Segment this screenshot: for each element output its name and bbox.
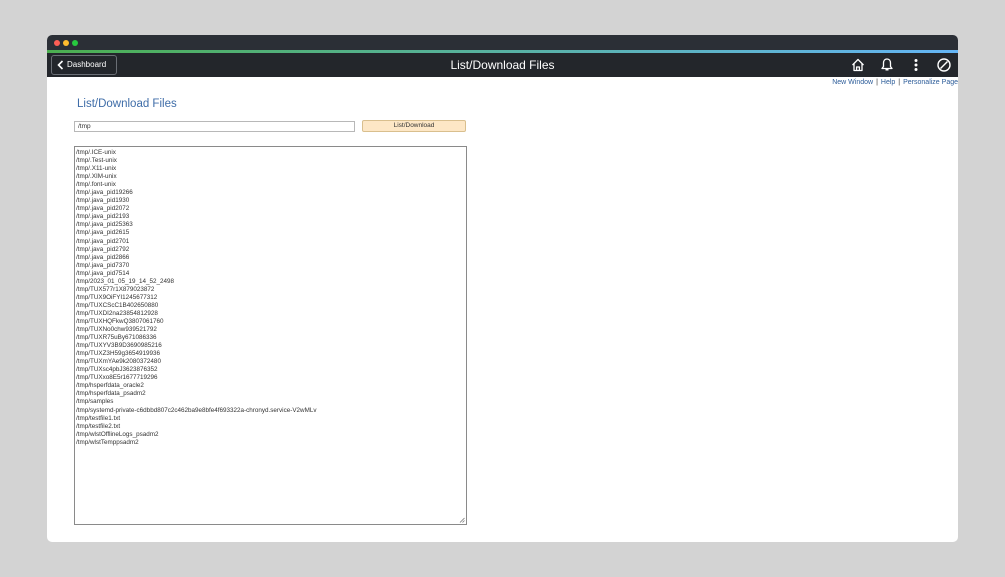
file-list-item: /tmp/.font-unix (76, 181, 116, 189)
maximize-window-button[interactable] (72, 40, 78, 46)
file-list-item: /tmp/samples (76, 398, 114, 406)
file-list-item: /tmp/TUXDI2na23854812928 (76, 309, 158, 317)
file-list: /tmp/.ICE-unix/tmp/.Test-unix/tmp/.X11-u… (76, 149, 465, 447)
file-list-item: /tmp/.java_pid2701 (76, 237, 130, 245)
new-window-link[interactable]: New Window (832, 79, 873, 86)
file-list-item: /tmp/TUXR75uBy671086336 (76, 334, 157, 342)
file-list-item: /tmp/hsperfdata_psadm2 (76, 390, 146, 398)
file-list-item: /tmp/.java_pid7370 (76, 261, 130, 269)
browser-window: Dashboard List/Download Files New Window… (47, 35, 958, 542)
file-list-item: /tmp/TUXZ3H59g3654919936 (76, 350, 161, 358)
home-icon[interactable] (850, 57, 866, 73)
page-title: List/Download Files (77, 98, 177, 110)
page-header-title: List/Download Files (450, 58, 555, 72)
file-list-item: /tmp/TUXNo0chw939521792 (76, 326, 157, 334)
personalize-page-link[interactable]: Personalize Page (903, 79, 958, 86)
file-list-item: /tmp/.ICE-unix (76, 149, 116, 156)
file-list-item: /tmp/.X11-unix (76, 165, 117, 173)
file-list-item: /tmp/TUXYV3B9D3690985216 (76, 342, 162, 350)
file-list-item: /tmp/systemd-private-c6dbbd807c2c462ba9e… (76, 406, 317, 414)
file-list-item: /tmp/TUX577r1X879023872 (76, 285, 155, 293)
window-titlebar (47, 35, 958, 50)
file-list-item: /tmp/2023_01_05_19_14_52_2498 (76, 277, 175, 285)
close-window-button[interactable] (54, 40, 60, 46)
resize-handle-icon[interactable] (459, 517, 465, 523)
file-list-item: /tmp/TUXCScC1B402650880 (76, 301, 159, 309)
file-list-item: /tmp/wlstTemppsadm2 (76, 438, 139, 446)
file-list-item: /tmp/TUXmYAe9k2080372480 (76, 358, 161, 366)
file-list-item: /tmp/.java_pid2792 (76, 245, 130, 253)
file-list-item: /tmp/.java_pid2615 (76, 229, 130, 237)
minimize-window-button[interactable] (63, 40, 69, 46)
list-download-button[interactable]: List/Download (362, 120, 466, 132)
app-header: Dashboard List/Download Files (47, 53, 958, 77)
file-list-item: /tmp/TUXxo8E5r1677719296 (76, 374, 158, 382)
file-list-item: /tmp/.java_pid2072 (76, 205, 130, 213)
file-list-item: /tmp/TUX9OiFYI1245677312 (76, 293, 158, 301)
more-vertical-icon[interactable] (908, 57, 924, 73)
file-list-item: /tmp/.java_pid25363 (76, 221, 133, 229)
help-link[interactable]: Help (881, 79, 895, 86)
file-list-item: /tmp/hsperfdata_oracle2 (76, 382, 144, 390)
bell-icon[interactable] (879, 57, 895, 73)
file-list-item: /tmp/.XIM-unix (76, 173, 117, 181)
file-list-item: /tmp/.java_pid2866 (76, 253, 130, 261)
file-list-item: /tmp/.java_pid2193 (76, 213, 130, 221)
file-list-item: /tmp/.java_pid7514 (76, 269, 130, 277)
file-list-item: /tmp/TUXHQFkwQ3807061760 (76, 317, 164, 325)
file-list-item: /tmp/.java_pid1930 (76, 197, 130, 205)
file-list-item: /tmp/.Test-unix (76, 157, 117, 165)
navbar-icon[interactable] (936, 57, 952, 73)
file-list-item: /tmp/testfile2.txt (76, 422, 121, 430)
file-list-item: /tmp/TUXsc4pbJ3623876352 (76, 366, 158, 374)
file-list-item: /tmp/.java_pid19266 (76, 189, 133, 197)
file-list-item: /tmp/wlstOfflineLogs_psadm2 (76, 430, 159, 438)
page-links: New Window | Help | Personalize Page (832, 79, 958, 86)
path-input[interactable] (74, 121, 355, 132)
file-list-item: /tmp/testfile1.txt (76, 414, 121, 422)
file-list-textarea[interactable]: /tmp/.ICE-unix/tmp/.Test-unix/tmp/.X11-u… (74, 146, 467, 525)
